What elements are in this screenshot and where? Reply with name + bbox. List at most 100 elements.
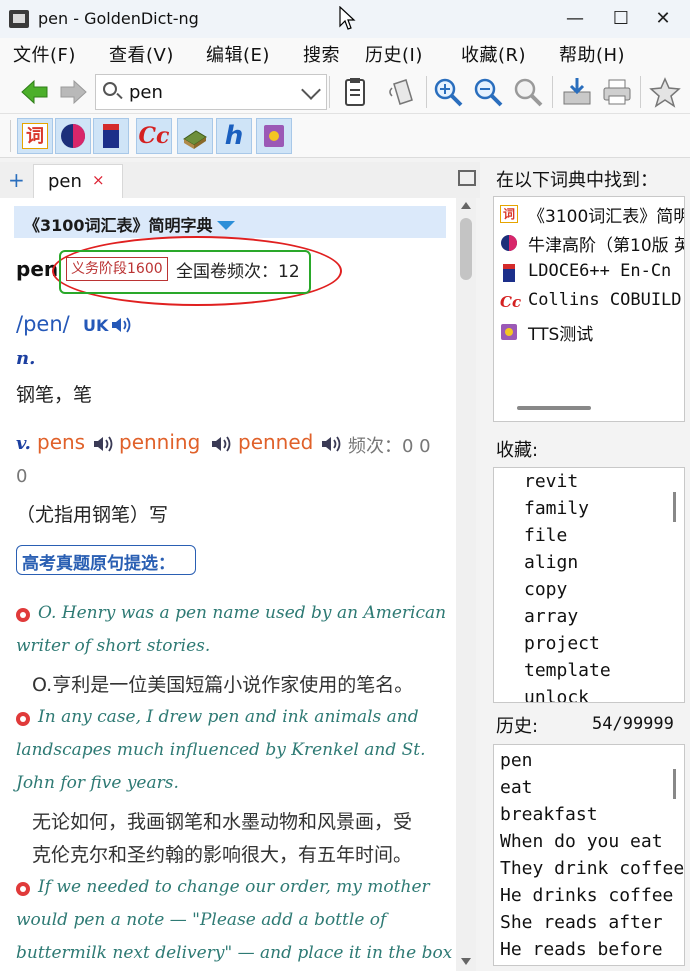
frequency-value-cont: 0 xyxy=(16,466,28,487)
menu-help[interactable]: 帮助(H) xyxy=(559,41,625,67)
toolbar-separator xyxy=(426,76,427,108)
history-item[interactable]: eat xyxy=(500,777,533,798)
article-scrollbar[interactable] xyxy=(456,198,476,971)
book-icon xyxy=(183,130,207,149)
favorite-item[interactable]: unlock xyxy=(524,687,589,702)
example-zh: O.亨利是一位美国短篇小说作家使用的笔名。 xyxy=(32,674,414,696)
tts-icon xyxy=(264,125,284,147)
favorite-item[interactable]: revit xyxy=(524,471,578,492)
zoom-in-icon[interactable] xyxy=(432,76,466,108)
dict-button-3100[interactable]: 词 xyxy=(17,118,53,154)
collapse-arrow-icon[interactable] xyxy=(217,221,235,230)
tab-list-icon[interactable] xyxy=(458,170,476,186)
example-en: landscapes much influenced by Krenkel an… xyxy=(16,740,426,760)
favorite-item[interactable]: array xyxy=(524,606,578,627)
definition: （尤指用钢笔）写 xyxy=(16,504,169,526)
inflection: pens xyxy=(37,430,86,454)
found-in-list: 词 《3100词汇表》简明字典 牛津高阶（第10版 英汉双解） LDOCE6++… xyxy=(493,196,685,422)
star-icon[interactable] xyxy=(648,76,682,108)
favorite-item[interactable]: align xyxy=(524,552,578,573)
dict-button-oxford[interactable] xyxy=(55,118,91,154)
favorites-list: revit family file align copy array proje… xyxy=(493,467,685,703)
horizontal-scroll-thumb[interactable] xyxy=(517,406,591,410)
frequency-value: 频次：0 0 xyxy=(348,436,431,457)
history-item[interactable]: pen xyxy=(500,750,533,771)
favorite-item[interactable]: template xyxy=(524,660,611,681)
example-en: buttermilk next delivery" — and place it… xyxy=(16,943,453,963)
minimize-button[interactable]: — xyxy=(552,0,598,38)
tab-label: pen xyxy=(48,171,82,192)
collins-icon: Cc xyxy=(138,123,170,149)
dict-button-collins[interactable]: Cc xyxy=(136,118,172,154)
dict-name: 《3100词汇表》简明字典 xyxy=(24,216,213,235)
history-item[interactable]: When do you eat xyxy=(500,831,663,852)
history-item[interactable]: He drinks coffee xyxy=(500,885,673,906)
phonetic: /pen/ xyxy=(16,312,70,336)
part-of-speech: n. xyxy=(16,348,36,369)
history-item[interactable]: They drink coffee xyxy=(500,858,684,879)
scroll-down-icon[interactable] xyxy=(461,958,471,965)
dict-button-book[interactable] xyxy=(177,118,213,154)
menu-view[interactable]: 查看(V) xyxy=(109,41,174,67)
example-zh: 克伦克尔和圣约翰的影响很大，有五年时间。 xyxy=(32,844,413,866)
tab-pen[interactable]: pen × xyxy=(33,164,123,198)
window-title: pen - GoldenDict-ng xyxy=(38,9,199,28)
print-icon[interactable] xyxy=(600,76,634,108)
maximize-button[interactable]: ☐ xyxy=(598,0,644,38)
favorites-label: 收藏: xyxy=(496,440,539,461)
menu-favorites[interactable]: 收藏(R) xyxy=(461,41,526,67)
example-en: If we needed to change our order, my mot… xyxy=(38,877,430,897)
menu-history[interactable]: 历史(I) xyxy=(365,41,423,67)
zoom-reset-icon[interactable] xyxy=(512,76,546,108)
part-of-speech: v. xyxy=(16,433,31,454)
favorite-item[interactable]: copy xyxy=(524,579,567,600)
uk-label: UK xyxy=(83,316,109,335)
speaker-icon[interactable] xyxy=(210,435,232,453)
toolbar-separator xyxy=(329,76,330,108)
favorite-item[interactable]: file xyxy=(524,525,567,546)
ldoce-icon xyxy=(103,124,119,148)
dict-button-ldoce[interactable] xyxy=(93,118,129,154)
close-button[interactable]: ✕ xyxy=(640,0,686,38)
clipboard-icon[interactable] xyxy=(338,76,372,108)
menu-search[interactable]: 搜索 xyxy=(303,41,340,67)
menu-bar: 文件(F) 查看(V) 编辑(E) 搜索 历史(I) 收藏(R) 帮助(H) xyxy=(0,38,690,70)
ci-3100-icon: 词 xyxy=(500,205,518,223)
dict-button-h[interactable]: h xyxy=(216,118,252,154)
forward-arrow-icon[interactable] xyxy=(56,76,90,108)
history-item[interactable]: She reads after xyxy=(500,912,663,933)
example-bullet-icon xyxy=(16,712,30,726)
example-en: John for five years. xyxy=(16,773,179,793)
history-count: 54/99999 xyxy=(592,714,674,734)
menu-file[interactable]: 文件(F) xyxy=(13,41,76,67)
chevron-down-icon[interactable] xyxy=(301,80,321,100)
scroll-up-icon[interactable] xyxy=(461,202,471,209)
scroll-thumb[interactable] xyxy=(460,218,472,280)
search-box[interactable] xyxy=(95,74,327,110)
zoom-out-icon[interactable] xyxy=(472,76,506,108)
search-input[interactable] xyxy=(129,80,279,104)
menu-edit[interactable]: 编辑(E) xyxy=(206,41,270,67)
favorites-scroll-thumb[interactable] xyxy=(673,492,676,522)
speaker-icon[interactable] xyxy=(110,316,132,334)
close-tab-icon[interactable]: × xyxy=(92,171,105,189)
speaker-icon[interactable] xyxy=(320,435,342,453)
back-arrow-icon[interactable] xyxy=(18,76,52,108)
add-tab-button[interactable]: + xyxy=(8,168,25,192)
save-icon[interactable] xyxy=(560,76,594,108)
history-scroll-thumb[interactable] xyxy=(673,769,676,799)
favorite-item[interactable]: project xyxy=(524,633,600,654)
favorite-item[interactable]: family xyxy=(524,498,589,519)
inflection: penned xyxy=(238,430,314,454)
dict-section-header[interactable]: 《3100词汇表》简明字典 xyxy=(14,206,446,238)
toolbar-separator xyxy=(10,120,11,152)
toolbar-separator xyxy=(552,76,553,108)
speaker-icon[interactable] xyxy=(92,435,114,453)
definition: 钢笔，笔 xyxy=(16,384,93,406)
dict-button-tts[interactable] xyxy=(256,118,292,154)
history-list: pen eat breakfast When do you eat They d… xyxy=(493,744,685,966)
history-item[interactable]: breakfast xyxy=(500,804,598,825)
inflection: penning xyxy=(119,430,201,454)
pronounce-icon[interactable] xyxy=(386,76,420,108)
history-item[interactable]: He reads before xyxy=(500,939,663,960)
